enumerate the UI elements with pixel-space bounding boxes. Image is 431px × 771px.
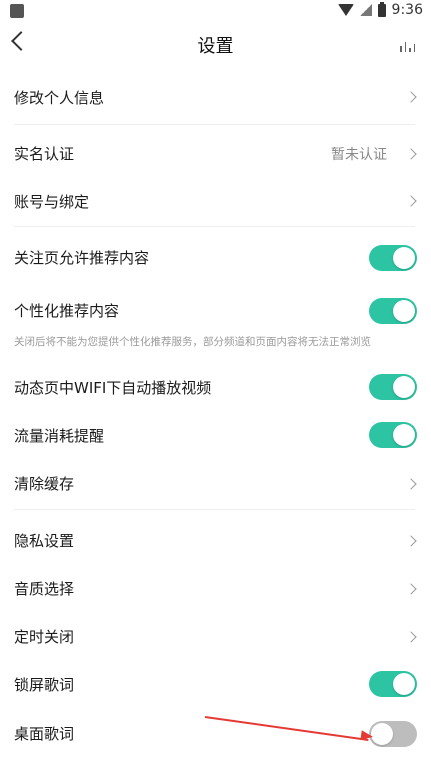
setting-lockscreen-lyrics: 锁屏歌词: [0, 664, 431, 704]
personalized-recommend-toggle[interactable]: [369, 298, 417, 324]
setting-label: 桌面歌词: [14, 725, 75, 743]
wifi-autoplay-toggle[interactable]: [369, 374, 417, 400]
desktop-lyrics-toggle[interactable]: [369, 721, 417, 747]
toggle-knob: [393, 300, 415, 322]
setting-audio-quality[interactable]: 音质选择: [0, 568, 431, 608]
setting-account-binding[interactable]: 账号与绑定: [0, 182, 431, 222]
equalizer-icon[interactable]: [400, 40, 415, 52]
setting-label: 隐私设置: [14, 532, 75, 550]
divider: [14, 124, 415, 125]
divider: [14, 509, 415, 510]
chevron-right-icon: [405, 583, 417, 595]
setting-clear-cache[interactable]: 清除缓存: [0, 463, 431, 503]
setting-label: 流量消耗提醒: [14, 427, 105, 445]
chevron-right-icon: [405, 535, 417, 547]
status-bar: 9:36: [0, 0, 431, 24]
notification-icon: [10, 4, 24, 18]
chevron-right-icon: [405, 478, 417, 490]
setting-label: 修改个人信息: [14, 89, 105, 107]
toggle-knob: [371, 723, 393, 745]
setting-label: 账号与绑定: [14, 193, 90, 211]
chevron-right-icon: [405, 195, 417, 207]
follow-recommend-toggle[interactable]: [369, 245, 417, 271]
lockscreen-lyrics-toggle[interactable]: [369, 671, 417, 697]
battery-icon: [377, 1, 386, 17]
chevron-right-icon: [405, 148, 417, 160]
setting-personalized-recommend: 个性化推荐内容 关闭后将不能为您提供个性化推荐服务，部分频道和页面内容将无法正常…: [0, 291, 431, 351]
setting-label: 个性化推荐内容: [14, 302, 120, 320]
page-title: 设置: [197, 36, 234, 57]
verification-status: 暂未认证: [331, 147, 387, 163]
chevron-right-icon: [405, 631, 417, 643]
toggle-knob: [393, 376, 415, 398]
data-usage-alert-toggle[interactable]: [369, 422, 417, 448]
divider: [14, 226, 415, 227]
setting-data-usage-alert: 流量消耗提醒: [0, 415, 431, 455]
setting-follow-page-recommend: 关注页允许推荐内容: [0, 238, 431, 278]
setting-real-name-verification[interactable]: 实名认证 暂未认证: [0, 134, 431, 174]
chevron-right-icon: [405, 91, 417, 103]
annotation-arrow-head: [360, 730, 374, 742]
setting-label: 关注页允许推荐内容: [14, 249, 150, 267]
toggle-knob: [393, 424, 415, 446]
setting-sleep-timer[interactable]: 定时关闭: [0, 616, 431, 656]
setting-label: 实名认证: [14, 145, 75, 163]
signal-icon: [359, 4, 372, 16]
setting-edit-profile[interactable]: 修改个人信息: [0, 76, 431, 116]
setting-wifi-autoplay: 动态页中WIFI下自动播放视频: [0, 367, 431, 407]
wifi-icon: [337, 4, 354, 16]
setting-description: 关闭后将不能为您提供个性化推荐服务，部分频道和页面内容将无法正常浏览: [14, 336, 371, 348]
title-bar: 设置: [0, 24, 431, 68]
setting-privacy[interactable]: 隐私设置: [0, 520, 431, 560]
toggle-knob: [393, 673, 415, 695]
setting-label: 动态页中WIFI下自动播放视频: [14, 379, 212, 397]
setting-label: 锁屏歌词: [14, 676, 75, 694]
status-time: 9:36: [391, 2, 423, 18]
setting-label: 定时关闭: [14, 628, 75, 646]
toggle-knob: [393, 247, 415, 269]
setting-label: 音质选择: [14, 580, 75, 598]
setting-label: 清除缓存: [14, 475, 75, 493]
